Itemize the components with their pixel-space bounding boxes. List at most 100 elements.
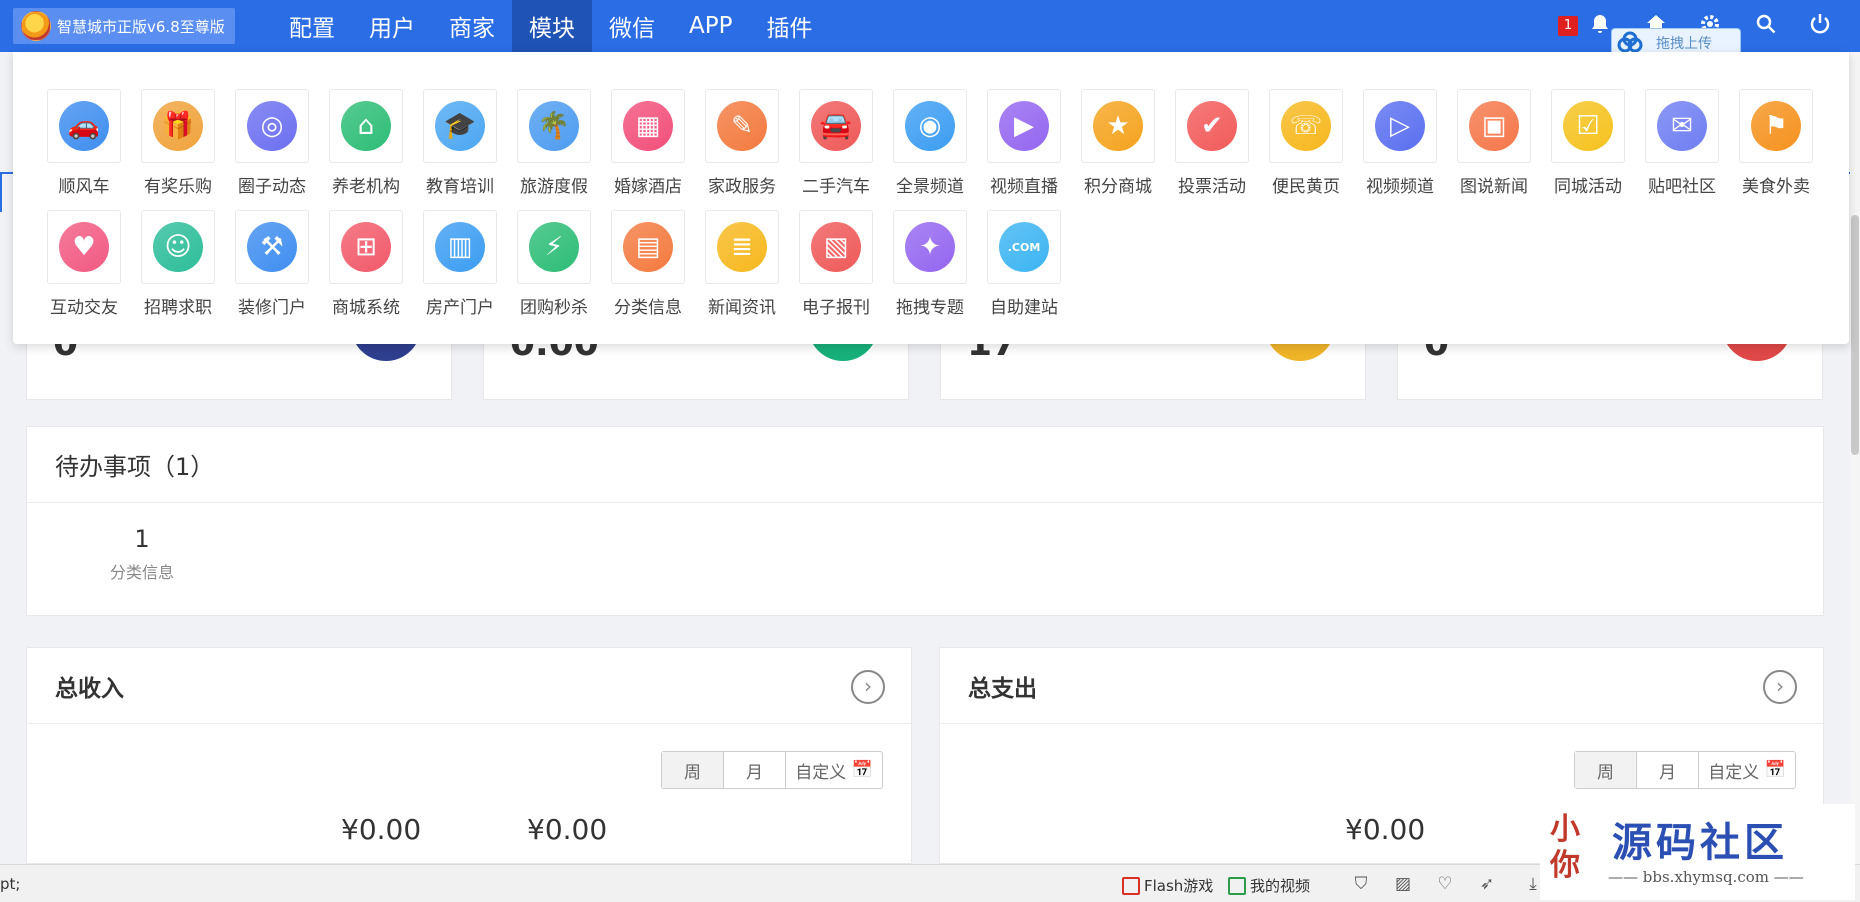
module-icon-box: ▶: [987, 89, 1061, 163]
module-label: 拖拽专题: [896, 298, 964, 318]
module-icon: ✉: [1657, 101, 1707, 151]
module-item[interactable]: ✔ 投票活动: [1165, 89, 1259, 210]
module-icon-box: 🎓: [423, 89, 497, 163]
todo-label: 分类信息: [109, 563, 174, 582]
module-item[interactable]: ▣ 图说新闻: [1447, 89, 1541, 210]
nav-item-merchants[interactable]: 商家: [432, 0, 512, 52]
module-item[interactable]: 🚗 顺风车: [37, 89, 131, 210]
notification-badge[interactable]: 1: [1558, 16, 1578, 36]
module-label: 电子报刊: [802, 298, 870, 318]
module-item[interactable]: .COM 自助建站: [977, 210, 1071, 331]
module-item[interactable]: ☏ 便民黄页: [1259, 89, 1353, 210]
module-label: 同城活动: [1554, 177, 1622, 197]
rocket-icon[interactable]: ➶: [1476, 873, 1498, 895]
module-item[interactable]: 🎁 有奖乐购: [131, 89, 225, 210]
module-label: 互动交友: [50, 298, 118, 318]
search-icon[interactable]: [1752, 12, 1780, 40]
period-month-button[interactable]: 月: [1637, 752, 1699, 788]
my-videos-label: 我的视频: [1250, 877, 1311, 895]
flash-games-link[interactable]: Flash游戏: [1122, 875, 1213, 896]
module-icon: ▦: [623, 101, 673, 151]
module-icon-box: ▥: [423, 210, 497, 284]
shield-icon[interactable]: ⛉: [1350, 873, 1372, 895]
heartbeat-icon[interactable]: ♡: [1434, 873, 1456, 895]
module-item[interactable]: ▥ 房产门户: [413, 210, 507, 331]
module-item[interactable]: ▧ 电子报刊: [789, 210, 883, 331]
module-item[interactable]: ◉ 全景频道: [883, 89, 977, 210]
image-icon[interactable]: ▨: [1392, 873, 1414, 895]
nav-item-modules[interactable]: 模块: [512, 0, 592, 52]
module-icon-box: ★: [1081, 89, 1155, 163]
module-grid: 🚗 顺风车 🎁 有奖乐购 ◎ 圈子动态 ⌂ 养老机构 🎓 教育培训 🌴 旅游度假 ▦ 婚嫁酒店 ✎ 家政服务 🚘…: [37, 89, 1823, 331]
todo-item[interactable]: 1 分类信息: [77, 525, 207, 583]
nav-item-wechat[interactable]: 微信: [592, 0, 672, 52]
period-month-button[interactable]: 月: [724, 752, 786, 788]
module-item[interactable]: ★ 积分商城: [1071, 89, 1165, 210]
module-icon: ☺: [153, 222, 203, 272]
module-label: 装修门户: [238, 298, 306, 318]
expense-chevron-right-icon[interactable]: ›: [1763, 670, 1797, 704]
nav-item-config[interactable]: 配置: [272, 0, 352, 52]
module-item[interactable]: 🎓 教育培训: [413, 89, 507, 210]
module-item[interactable]: ▶ 视频直播: [977, 89, 1071, 210]
module-icon-box: 🚘: [799, 89, 873, 163]
module-item[interactable]: ≣ 新闻资讯: [695, 210, 789, 331]
my-videos-link[interactable]: 我的视频: [1228, 875, 1310, 896]
brand-logo-button[interactable]: 智慧城市正版v6.8至尊版: [13, 8, 235, 44]
module-item[interactable]: ⚡ 团购秒杀: [507, 210, 601, 331]
nav-item-plugins[interactable]: 插件: [749, 0, 829, 52]
module-icon: ⊞: [341, 222, 391, 272]
page-scrollbar-track[interactable]: [1850, 52, 1860, 864]
power-icon[interactable]: [1806, 12, 1834, 40]
nav-item-app[interactable]: APP: [672, 0, 749, 52]
module-label: 二手汽车: [802, 177, 870, 197]
bell-icon[interactable]: [1586, 12, 1614, 40]
module-label: 美食外卖: [1742, 177, 1810, 197]
income-value-1: ¥0.00: [341, 813, 422, 846]
module-label: 顺风车: [58, 177, 110, 197]
flash-games-label: Flash游戏: [1144, 877, 1214, 895]
income-chevron-right-icon[interactable]: ›: [851, 670, 885, 704]
module-item[interactable]: ▤ 分类信息: [601, 210, 695, 331]
drag-upload-label: 拖拽上传: [1656, 36, 1712, 52]
expense-period-selector: 周 月 自定义 📅: [1574, 751, 1796, 789]
module-item[interactable]: 🚘 二手汽车: [789, 89, 883, 210]
module-item[interactable]: ⚒ 装修门户: [225, 210, 319, 331]
module-item[interactable]: ▷ 视频频道: [1353, 89, 1447, 210]
period-week-button[interactable]: 周: [662, 752, 724, 788]
module-icon: ⚡: [529, 222, 579, 272]
module-label: 自助建站: [990, 298, 1058, 318]
module-icon-box: ▷: [1363, 89, 1437, 163]
page-scrollbar-thumb[interactable]: [1851, 215, 1859, 455]
module-icon-box: ▣: [1457, 89, 1531, 163]
period-custom-button[interactable]: 自定义 📅: [786, 752, 882, 788]
module-item[interactable]: ⌂ 养老机构: [319, 89, 413, 210]
module-item[interactable]: ⚑ 美食外卖: [1729, 89, 1823, 210]
module-item[interactable]: ✦ 拖拽专题: [883, 210, 977, 331]
module-item[interactable]: ▦ 婚嫁酒店: [601, 89, 695, 210]
module-icon-box: ☏: [1269, 89, 1343, 163]
module-label: 家政服务: [708, 177, 776, 197]
module-icon: ▷: [1375, 101, 1425, 151]
module-icon: ☑: [1563, 101, 1613, 151]
module-item[interactable]: ◎ 圈子动态: [225, 89, 319, 210]
module-icon-box: ⚑: [1739, 89, 1813, 163]
income-title: 总收入: [27, 648, 911, 724]
period-custom-button[interactable]: 自定义 📅: [1699, 752, 1795, 788]
module-icon-box: ▦: [611, 89, 685, 163]
module-item[interactable]: ♥ 互动交友: [37, 210, 131, 331]
module-item[interactable]: 🌴 旅游度假: [507, 89, 601, 210]
module-label: 婚嫁酒店: [614, 177, 682, 197]
nav-item-users[interactable]: 用户: [352, 0, 432, 52]
module-label: 有奖乐购: [144, 177, 212, 197]
period-week-button[interactable]: 周: [1575, 752, 1637, 788]
module-item[interactable]: ☑ 同城活动: [1541, 89, 1635, 210]
module-label: 房产门户: [426, 298, 494, 318]
site-watermark: 小 你 源码社区 —— bbs.xhymsq.com ——: [1540, 804, 1855, 900]
module-item[interactable]: ⊞ 商城系统: [319, 210, 413, 331]
module-item[interactable]: ✉ 贴吧社区: [1635, 89, 1729, 210]
module-item[interactable]: ☺ 招聘求职: [131, 210, 225, 331]
module-item[interactable]: ✎ 家政服务: [695, 89, 789, 210]
module-icon-box: ▧: [799, 210, 873, 284]
brand-medal-icon: [21, 11, 51, 41]
